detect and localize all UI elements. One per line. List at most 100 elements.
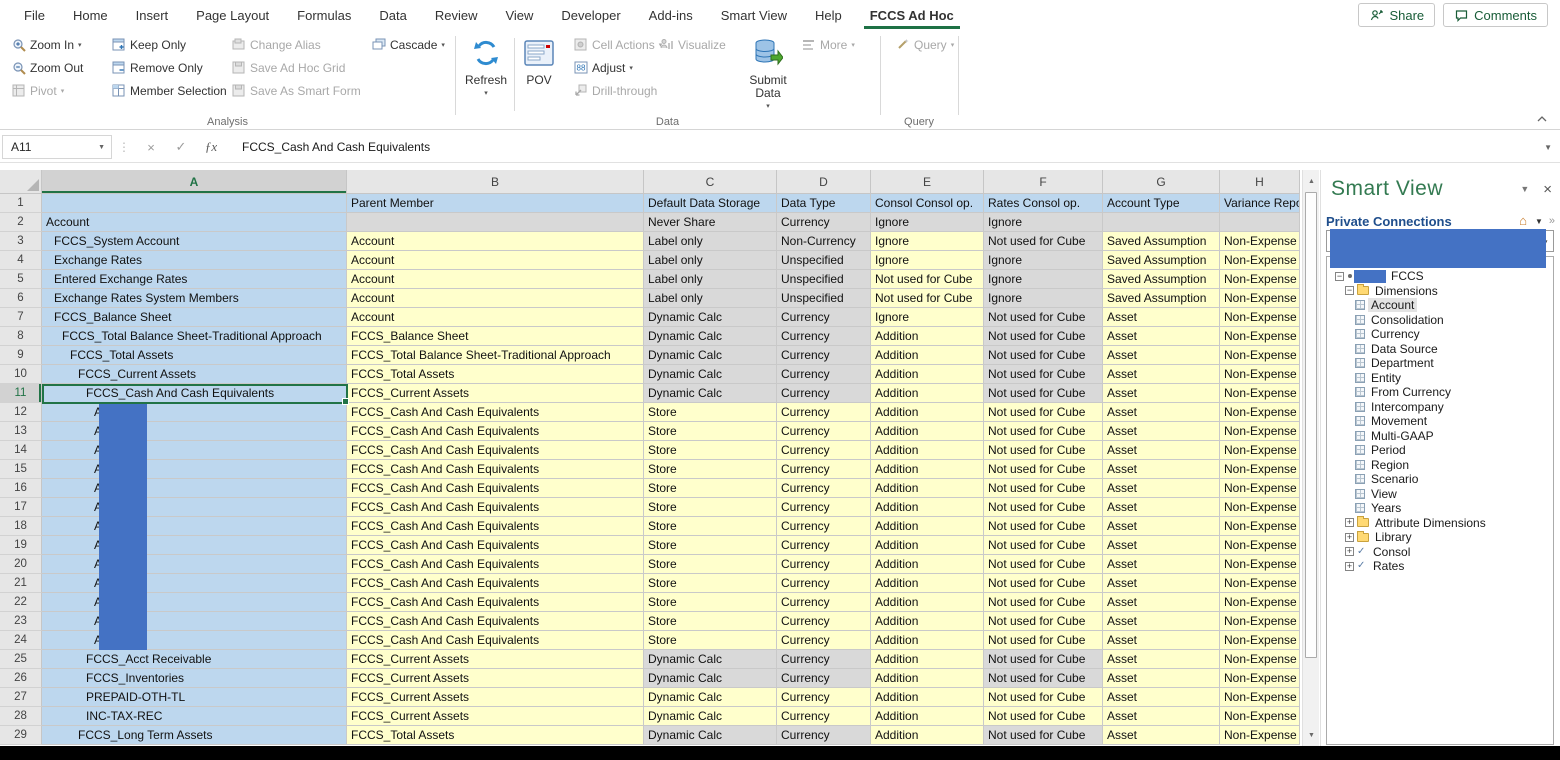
name-box[interactable]: A11 ▼ (2, 135, 112, 159)
tree-item-intercompany[interactable]: Intercompany (1327, 400, 1553, 415)
cancel-formula-icon[interactable]: × (136, 140, 166, 155)
cell-G8[interactable]: Asset (1103, 327, 1220, 346)
cell-H17[interactable]: Non-Expense (1220, 498, 1300, 517)
cell-F6[interactable]: Ignore (984, 289, 1103, 308)
tree-item-currency[interactable]: Currency (1327, 327, 1553, 342)
cell-E5[interactable]: Not used for Cube (871, 270, 984, 289)
cell-B2[interactable] (347, 213, 644, 232)
cell-F7[interactable]: Not used for Cube (984, 308, 1103, 327)
cell-H19[interactable]: Non-Expense (1220, 536, 1300, 555)
row-header-8[interactable]: 8 (0, 327, 42, 346)
cell-F25[interactable]: Not used for Cube (984, 650, 1103, 669)
tree-item-attribute-dimensions[interactable]: +Attribute Dimensions (1327, 516, 1553, 531)
row-header-28[interactable]: 28 (0, 707, 42, 726)
cell-C5[interactable]: Label only (644, 270, 777, 289)
cell-H27[interactable]: Non-Expense (1220, 688, 1300, 707)
cell-B7[interactable]: Account (347, 308, 644, 327)
row-header-20[interactable]: 20 (0, 555, 42, 574)
cell-A10[interactable]: FCCS_Current Assets (42, 365, 347, 384)
member-selection-button[interactable]: Member Selection (108, 80, 230, 101)
cell-E17[interactable]: Addition (871, 498, 984, 517)
row-header-15[interactable]: 15 (0, 460, 42, 479)
cell-B29[interactable]: FCCS_Total Assets (347, 726, 644, 745)
cell-E27[interactable]: Addition (871, 688, 984, 707)
chevron-down-icon[interactable]: ▼ (1535, 217, 1543, 226)
cell-H12[interactable]: Non-Expense (1220, 403, 1300, 422)
cell-G1[interactable]: Account Type (1103, 194, 1220, 213)
row-header-6[interactable]: 6 (0, 289, 42, 308)
row-header-4[interactable]: 4 (0, 251, 42, 270)
column-header-d[interactable]: D (777, 170, 871, 194)
tree-item-scenario[interactable]: Scenario (1327, 472, 1553, 487)
cell-F18[interactable]: Not used for Cube (984, 517, 1103, 536)
row-header-22[interactable]: 22 (0, 593, 42, 612)
cell-D27[interactable]: Currency (777, 688, 871, 707)
tab-insert[interactable]: Insert (122, 0, 183, 30)
cell-C29[interactable]: Dynamic Calc (644, 726, 777, 745)
cell-D1[interactable]: Data Type (777, 194, 871, 213)
cell-G10[interactable]: Asset (1103, 365, 1220, 384)
cell-H8[interactable]: Non-Expense (1220, 327, 1300, 346)
expand-icon[interactable]: + (1345, 518, 1354, 527)
tree-item-consolidation[interactable]: Consolidation (1327, 313, 1553, 328)
cell-G23[interactable]: Asset (1103, 612, 1220, 631)
cell-G22[interactable]: Asset (1103, 593, 1220, 612)
cell-E29[interactable]: Addition (871, 726, 984, 745)
cell-E20[interactable]: Addition (871, 555, 984, 574)
cell-B10[interactable]: FCCS_Total Assets (347, 365, 644, 384)
cell-B4[interactable]: Account (347, 251, 644, 270)
cell-B25[interactable]: FCCS_Current Assets (347, 650, 644, 669)
cell-H6[interactable]: Non-Expense (1220, 289, 1300, 308)
cell-G21[interactable]: Asset (1103, 574, 1220, 593)
cell-D23[interactable]: Currency (777, 612, 871, 631)
cell-B22[interactable]: FCCS_Cash And Cash Equivalents (347, 593, 644, 612)
cell-A14[interactable]: A (42, 441, 347, 460)
cell-D10[interactable]: Currency (777, 365, 871, 384)
cell-G3[interactable]: Saved Assumption (1103, 232, 1220, 251)
cell-A25[interactable]: FCCS_Acct Receivable (42, 650, 347, 669)
cell-F13[interactable]: Not used for Cube (984, 422, 1103, 441)
cell-C25[interactable]: Dynamic Calc (644, 650, 777, 669)
expand-formula-bar-icon[interactable]: ▼ (1544, 143, 1552, 152)
cell-E13[interactable]: Addition (871, 422, 984, 441)
cell-G20[interactable]: Asset (1103, 555, 1220, 574)
cell-A1[interactable] (42, 194, 347, 213)
cell-H22[interactable]: Non-Expense (1220, 593, 1300, 612)
row-header-12[interactable]: 12 (0, 403, 42, 422)
cell-D22[interactable]: Currency (777, 593, 871, 612)
cell-A8[interactable]: FCCS_Total Balance Sheet-Traditional App… (42, 327, 347, 346)
cell-D8[interactable]: Currency (777, 327, 871, 346)
panel-close-icon[interactable]: × (1543, 181, 1552, 198)
cell-C26[interactable]: Dynamic Calc (644, 669, 777, 688)
cell-H2[interactable] (1220, 213, 1300, 232)
row-header-1[interactable]: 1 (0, 194, 42, 213)
cell-B1[interactable]: Parent Member (347, 194, 644, 213)
cell-C24[interactable]: Store (644, 631, 777, 650)
cell-B13[interactable]: FCCS_Cash And Cash Equivalents (347, 422, 644, 441)
tab-page-layout[interactable]: Page Layout (182, 0, 283, 30)
cell-G25[interactable]: Asset (1103, 650, 1220, 669)
row-header-18[interactable]: 18 (0, 517, 42, 536)
cell-A7[interactable]: FCCS_Balance Sheet (42, 308, 347, 327)
column-header-e[interactable]: E (871, 170, 984, 194)
cell-D17[interactable]: Currency (777, 498, 871, 517)
cell-D26[interactable]: Currency (777, 669, 871, 688)
pov-button[interactable]: POV (518, 32, 560, 124)
cell-F5[interactable]: Ignore (984, 270, 1103, 289)
keep-only-button[interactable]: Keep Only (108, 34, 189, 55)
cell-G13[interactable]: Asset (1103, 422, 1220, 441)
cell-E26[interactable]: Addition (871, 669, 984, 688)
tree-item-account[interactable]: Account (1327, 298, 1553, 313)
tab-view[interactable]: View (491, 0, 547, 30)
cell-H25[interactable]: Non-Expense (1220, 650, 1300, 669)
row-header-16[interactable]: 16 (0, 479, 42, 498)
cell-C20[interactable]: Store (644, 555, 777, 574)
cell-E6[interactable]: Not used for Cube (871, 289, 984, 308)
cell-E14[interactable]: Addition (871, 441, 984, 460)
cell-C7[interactable]: Dynamic Calc (644, 308, 777, 327)
cell-F19[interactable]: Not used for Cube (984, 536, 1103, 555)
tab-help[interactable]: Help (801, 0, 856, 30)
row-header-27[interactable]: 27 (0, 688, 42, 707)
tree-item-data-source[interactable]: Data Source (1327, 342, 1553, 357)
cell-A18[interactable]: A (42, 517, 347, 536)
